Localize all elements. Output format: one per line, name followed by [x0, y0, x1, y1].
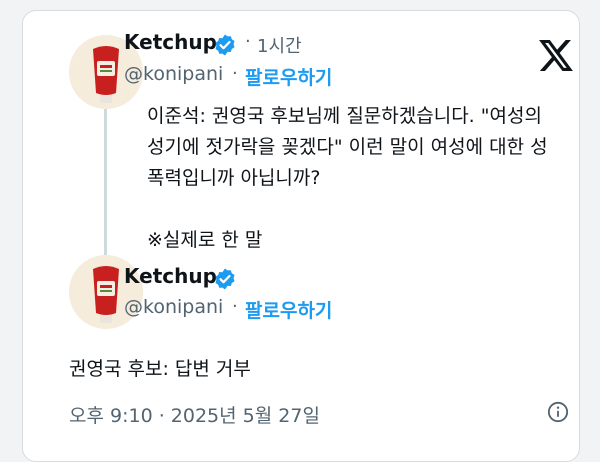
verified-badge-icon [215, 34, 235, 56]
tweet-text-line [147, 194, 587, 225]
thread-connector-line [104, 109, 107, 257]
tweet-text-line: ※실제로 한 말 [147, 229, 263, 251]
quoted-tweet-text: 이준석: 권영국 후보님께 질문하겠습니다. "여성의 성기에 젓가락을 꽂겠다… [147, 101, 587, 256]
post-time-ago[interactable]: 1시간 [257, 32, 302, 58]
author-handle[interactable]: @konipani [124, 296, 223, 318]
tweet-embed-card: Ketchup · 1시간 @konipani · 팔로우하기 이준석: 권영국… [22, 10, 580, 462]
author-name[interactable]: Ketchup [124, 264, 217, 288]
x-logo-icon[interactable] [539, 40, 573, 71]
separator-dot: · [232, 296, 238, 317]
follow-button[interactable]: 팔로우하기 [245, 63, 332, 90]
info-icon[interactable] [547, 401, 569, 423]
reply-tweet-text: 권영국 후보: 답변 거부 [69, 358, 251, 380]
author-name[interactable]: Ketchup [124, 30, 217, 54]
separator-dot: · [245, 31, 251, 52]
post-timestamp[interactable]: 오후 9:10 · 2025년 5월 27일 [69, 401, 320, 428]
author-handle[interactable]: @konipani [124, 63, 223, 85]
tweet-text-line: 폭력입니까 아닙니까? [147, 167, 321, 189]
verified-badge-icon [215, 268, 235, 290]
follow-button[interactable]: 팔로우하기 [245, 296, 332, 323]
separator-dot: · [232, 63, 238, 84]
tweet-text-line: 성기에 젓가락을 꽂겠다" 이런 말이 여성에 대한 성 [147, 136, 548, 158]
tweet-text-line: 이준석: 권영국 후보님께 질문하겠습니다. "여성의 [147, 105, 542, 127]
